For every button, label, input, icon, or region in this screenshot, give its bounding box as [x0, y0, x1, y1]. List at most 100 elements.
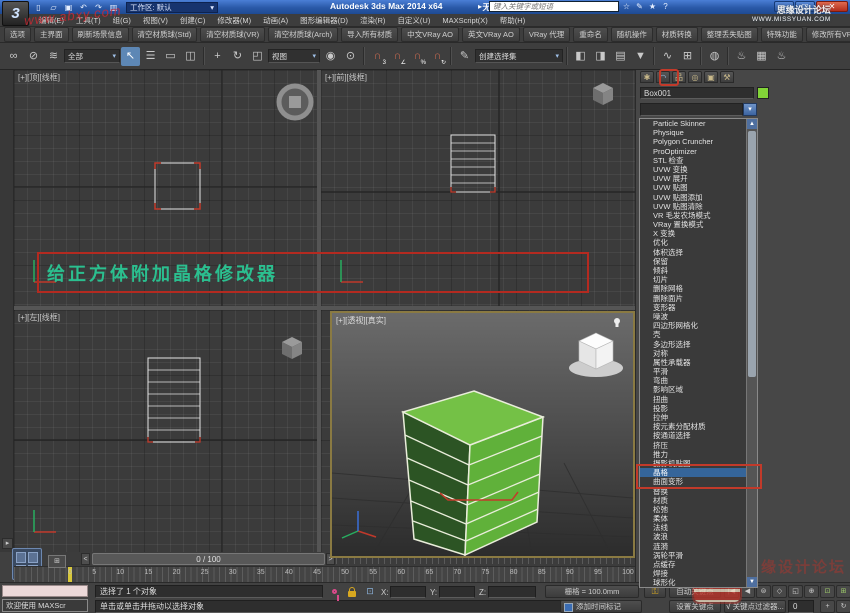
- render-production-icon[interactable]: ♨: [772, 47, 791, 66]
- script-toolbar-button[interactable]: 整理丢失贴图: [701, 27, 758, 42]
- modifier-list-item[interactable]: UVW 展开: [640, 174, 757, 183]
- modifier-list-item[interactable]: 变形器: [640, 303, 757, 312]
- select-and-manipulate-icon[interactable]: ⊙: [341, 47, 360, 66]
- modifier-list-item[interactable]: 保留: [640, 257, 757, 266]
- menu-item[interactable]: 自定义(U): [391, 14, 436, 27]
- absolute-mode-icon[interactable]: ⊡: [363, 586, 377, 598]
- script-toolbar-button[interactable]: 重命名: [573, 27, 608, 42]
- time-slider-handle[interactable]: 0 / 100: [92, 553, 325, 565]
- modifier-list-item[interactable]: 删除面片: [640, 294, 757, 303]
- script-toolbar-button[interactable]: 中文VRay AO: [401, 27, 459, 42]
- named-selection-set-dropdown[interactable]: 创建选择集 ▾: [475, 49, 563, 63]
- modifier-list-item[interactable]: 推力: [640, 450, 757, 459]
- modifier-list-item[interactable]: ProOptimizer: [640, 147, 757, 156]
- modifier-list-item[interactable]: 挤压: [640, 441, 757, 450]
- strip-expand-icon[interactable]: ▸: [2, 538, 13, 549]
- z-coordinate-field[interactable]: [488, 586, 536, 598]
- viewport-front-label[interactable]: [+][前][线框]: [325, 72, 367, 83]
- script-toolbar-button[interactable]: 清空材质球(Std): [132, 27, 198, 42]
- pan-icon[interactable]: +: [820, 600, 835, 613]
- modifier-list-item[interactable]: 壳: [640, 330, 757, 339]
- scroll-up-icon[interactable]: ▲: [747, 119, 757, 129]
- menu-item[interactable]: 修改器(M): [211, 14, 257, 27]
- modifier-list-item[interactable]: 法线: [640, 523, 757, 532]
- track-bar[interactable]: ⊞ 05101520253035404550556065707580859095…: [14, 566, 635, 582]
- modifier-list-item[interactable]: 松弛: [640, 505, 757, 514]
- window-crossing-icon[interactable]: ◫: [181, 47, 200, 66]
- search-input[interactable]: [489, 1, 619, 12]
- modifier-list-item[interactable]: VR 毛发农场模式: [640, 211, 757, 220]
- search-go-icon[interactable]: ▸: [478, 1, 487, 12]
- script-toolbar-button[interactable]: 主界面: [34, 27, 69, 42]
- orbit-icon[interactable]: ↻: [836, 600, 850, 613]
- viewport-top-label[interactable]: [+][顶][线框]: [18, 72, 60, 83]
- script-toolbar-button[interactable]: 英文VRay AO: [462, 27, 520, 42]
- select-and-rotate-icon[interactable]: ↻: [228, 47, 247, 66]
- modifier-list-item[interactable]: 扭曲: [640, 395, 757, 404]
- menu-item[interactable]: 渲染(R): [354, 14, 391, 27]
- modifier-list-item[interactable]: 噪波: [640, 312, 757, 321]
- modifier-list-item[interactable]: 涡轮平滑: [640, 551, 757, 560]
- select-and-scale-icon[interactable]: ◰: [248, 47, 267, 66]
- modifier-list-item[interactable]: 倾斜: [640, 266, 757, 275]
- selection-lock-icon[interactable]: [345, 586, 359, 598]
- zoom-icon[interactable]: ⊕: [804, 585, 819, 598]
- modifier-list-item[interactable]: 焊接: [640, 569, 757, 578]
- select-object-icon[interactable]: ↖: [121, 47, 140, 66]
- modifier-list-item[interactable]: 删除网格: [640, 284, 757, 293]
- x-coordinate-field[interactable]: [390, 586, 426, 598]
- isolate-key-icon[interactable]: [327, 586, 341, 598]
- unlink-selection-icon[interactable]: ⊘: [24, 47, 43, 66]
- align-icon[interactable]: ◨: [591, 47, 610, 66]
- viewport-left[interactable]: [+][左][线框]: [14, 310, 317, 552]
- modifier-list-item[interactable]: 按元素分配材质: [640, 422, 757, 431]
- script-toolbar-button[interactable]: 特殊功能: [761, 27, 803, 42]
- render-setup-icon[interactable]: ♨: [732, 47, 751, 66]
- mirror-icon[interactable]: ◧: [571, 47, 590, 66]
- rect-selection-region-icon[interactable]: ▭: [161, 47, 180, 66]
- reference-coordinate-dropdown[interactable]: 视图 ▾: [268, 49, 320, 63]
- menu-item[interactable]: 帮助(H): [494, 14, 531, 27]
- maxscript-listener-label[interactable]: 欢迎使用 MAXScr: [2, 599, 88, 612]
- workspace-dropdown[interactable]: 工作区: 默认 ▾: [126, 2, 218, 13]
- modifier-list-item[interactable]: UVW 贴图添加: [640, 193, 757, 202]
- tab-utilities-icon[interactable]: ⚒: [720, 71, 734, 83]
- key-mode-toggle-icon[interactable]: ⊜: [756, 585, 771, 598]
- script-toolbar-button[interactable]: 刷新场景信息: [72, 27, 129, 42]
- zoom-extents-icon[interactable]: ⊡: [820, 585, 835, 598]
- graphite-ribbon-icon[interactable]: ▼: [631, 47, 650, 66]
- scroll-down-icon[interactable]: ▼: [747, 577, 757, 587]
- modifier-list-item[interactable]: 属性承载器: [640, 358, 757, 367]
- modifier-list-item[interactable]: 涟漪: [640, 542, 757, 551]
- script-toolbar-button[interactable]: 清空材质球(VR): [200, 27, 265, 42]
- modifier-list-item[interactable]: 波浪: [640, 532, 757, 541]
- chevron-down-icon[interactable]: ▾: [743, 103, 757, 116]
- script-toolbar-button[interactable]: VRay 代理: [523, 27, 570, 42]
- menu-item[interactable]: 图形编辑器(D): [294, 14, 354, 27]
- mini-curve-editor-icon[interactable]: ⊞: [48, 555, 66, 568]
- modifier-list-scrollbar[interactable]: ▲ ▼: [746, 119, 757, 587]
- use-pivot-center-icon[interactable]: ◉: [321, 47, 340, 66]
- modifier-list-combobox[interactable]: [640, 103, 743, 116]
- modifier-list-item[interactable]: 弯曲: [640, 376, 757, 385]
- field-of-view-icon[interactable]: ◇: [772, 585, 787, 598]
- script-toolbar-button[interactable]: 清空材质球(Arch): [268, 27, 338, 42]
- viewport-left-label[interactable]: [+][左][线框]: [18, 312, 60, 323]
- modifier-list-item[interactable]: Particle Skinner: [640, 119, 757, 128]
- script-toolbar-button[interactable]: 选项: [4, 27, 31, 42]
- bind-to-spacewarp-icon[interactable]: ≋: [44, 47, 63, 66]
- viewport-splitter-vertical[interactable]: [317, 70, 321, 552]
- object-color-swatch[interactable]: [757, 87, 769, 99]
- menu-item[interactable]: 创建(C): [174, 14, 211, 27]
- pencil-icon[interactable]: ✎: [634, 2, 645, 11]
- zoom-extents-all-icon[interactable]: ⊞: [836, 585, 850, 598]
- modifier-list-item[interactable]: UVW 贴图: [640, 183, 757, 192]
- tab-display-icon[interactable]: ▣: [704, 71, 718, 83]
- percent-snap-icon[interactable]: ∩%: [408, 47, 427, 66]
- menu-item[interactable]: 动画(A): [257, 14, 294, 27]
- star-icon[interactable]: ☆: [621, 2, 632, 11]
- rendered-frame-window-icon[interactable]: ▦: [752, 47, 771, 66]
- prev-frame-button[interactable]: <: [81, 553, 90, 565]
- tab-create-icon[interactable]: ✱: [640, 71, 654, 83]
- modifier-list-item[interactable]: UVW 变换: [640, 165, 757, 174]
